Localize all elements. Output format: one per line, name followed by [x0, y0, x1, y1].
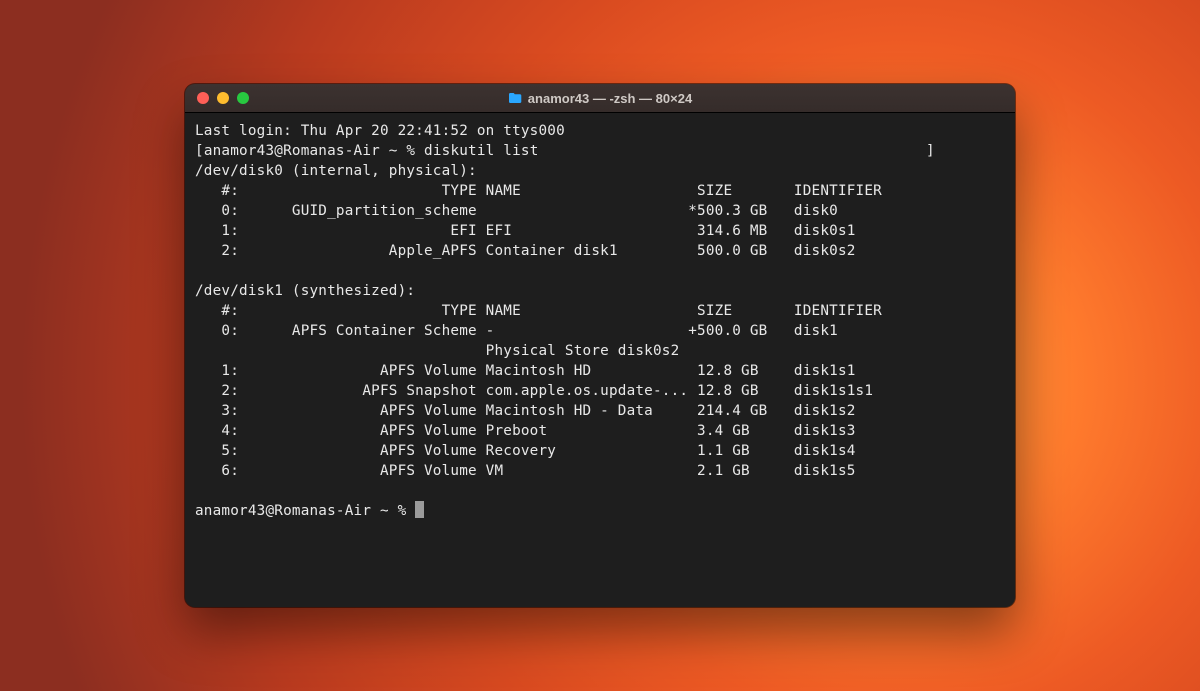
disk1-row: 1: APFS Volume Macintosh HD 12.8 GB disk… [195, 363, 856, 379]
disk1-row: 3: APFS Volume Macintosh HD - Data 214.4… [195, 403, 856, 419]
disk1-row: 2: APFS Snapshot com.apple.os.update-...… [195, 383, 873, 399]
terminal-window: anamor43 — -zsh — 80×24 Last login: Thu … [185, 84, 1015, 607]
zoom-button[interactable] [237, 92, 249, 104]
idle-prompt: anamor43@Romanas-Air ~ % [195, 503, 415, 519]
traffic-lights [185, 92, 249, 104]
folder-icon [508, 92, 522, 104]
disk1-columns: #: TYPE NAME SIZE IDENTIFIER [195, 303, 882, 319]
disk1-row: 5: APFS Volume Recovery 1.1 GB disk1s4 [195, 443, 856, 459]
disk1-row: Physical Store disk0s2 [195, 343, 679, 359]
close-button[interactable] [197, 92, 209, 104]
entered-command: diskutil list [424, 143, 539, 159]
disk0-row: 0: GUID_partition_scheme *500.3 GB disk0 [195, 203, 838, 219]
terminal-body[interactable]: Last login: Thu Apr 20 22:41:52 on ttys0… [185, 113, 1015, 607]
window-title-text: anamor43 — -zsh — 80×24 [528, 91, 692, 106]
text-cursor [415, 501, 424, 518]
prompt-bracket-open: [ [195, 143, 204, 159]
disk1-row: 0: APFS Container Scheme - +500.0 GB dis… [195, 323, 838, 339]
disk0-row: 1: EFI EFI 314.6 MB disk0s1 [195, 223, 856, 239]
disk0-header: /dev/disk0 (internal, physical): [195, 163, 477, 179]
disk1-row: 6: APFS Volume VM 2.1 GB disk1s5 [195, 463, 856, 479]
disk0-columns: #: TYPE NAME SIZE IDENTIFIER [195, 183, 882, 199]
last-login-line: Last login: Thu Apr 20 22:41:52 on ttys0… [195, 123, 565, 139]
disk1-header: /dev/disk1 (synthesized): [195, 283, 415, 299]
shell-prompt: anamor43@Romanas-Air ~ % [204, 143, 415, 159]
window-title: anamor43 — -zsh — 80×24 [185, 91, 1015, 106]
prompt-bracket-close: ] [926, 143, 935, 159]
disk0-row: 2: Apple_APFS Container disk1 500.0 GB d… [195, 243, 856, 259]
disk1-row: 4: APFS Volume Preboot 3.4 GB disk1s3 [195, 423, 856, 439]
window-titlebar[interactable]: anamor43 — -zsh — 80×24 [185, 84, 1015, 113]
minimize-button[interactable] [217, 92, 229, 104]
